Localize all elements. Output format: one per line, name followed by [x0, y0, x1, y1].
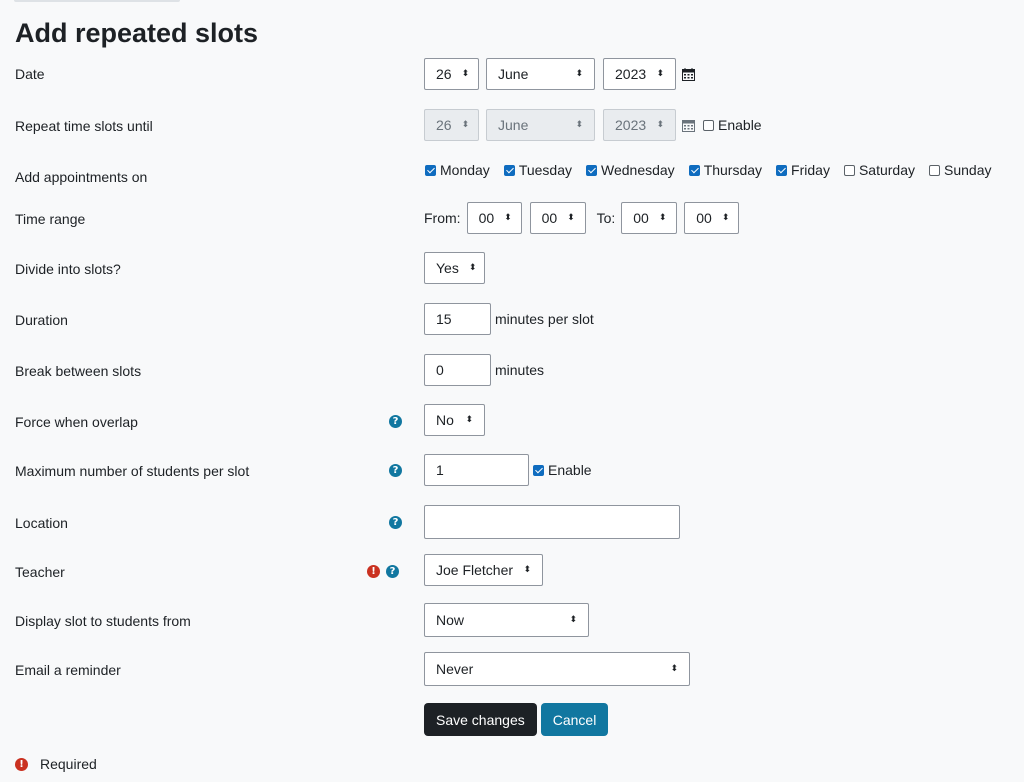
- weekday-checkbox-tuesday[interactable]: Tuesday: [503, 162, 572, 178]
- updown-icon: ⬍: [658, 213, 667, 223]
- checkbox-checked-icon: [503, 164, 515, 176]
- updown-icon: ⬍: [670, 664, 678, 674]
- checkbox-unchecked-icon: [843, 164, 855, 176]
- date-day-select[interactable]: 26 ⬍: [424, 58, 479, 90]
- checkbox-checked-icon: [776, 164, 788, 176]
- weekday-label: Saturday: [858, 162, 915, 178]
- date-month-select[interactable]: June ⬍: [486, 58, 595, 90]
- updown-icon: ⬍: [656, 120, 664, 130]
- checkbox-checked-icon: [425, 164, 436, 176]
- from-minute-select[interactable]: 00 ⬍: [529, 202, 586, 234]
- updown-icon: ⬍: [504, 213, 512, 223]
- repeat-enable-checkbox[interactable]: Enable: [703, 117, 762, 133]
- time-range-label: Time range: [15, 211, 86, 227]
- weekday-label: Wednesday: [601, 162, 675, 178]
- updown-icon: ⬍: [461, 120, 470, 130]
- weekday-label: Friday: [791, 162, 830, 178]
- updown-icon: ⬍: [468, 263, 477, 273]
- duration-input[interactable]: 15: [424, 303, 491, 335]
- max-students-input[interactable]: 1: [424, 454, 529, 486]
- updown-icon: ⬍: [721, 213, 730, 223]
- appointments-on-label: Add appointments on: [15, 169, 148, 185]
- checkbox-checked-icon: [533, 464, 544, 476]
- updown-icon: ⬍: [461, 69, 470, 79]
- weekday-checkbox-friday[interactable]: Friday: [776, 162, 830, 178]
- display-from-select[interactable]: Now ⬍: [424, 603, 589, 637]
- max-students-enable-checkbox[interactable]: Enable: [533, 462, 592, 478]
- weekday-label: Thursday: [703, 162, 763, 178]
- updown-icon: ⬍: [575, 120, 583, 130]
- repeat-day-select[interactable]: 26 ⬍: [424, 109, 479, 141]
- force-overlap-select[interactable]: No ⬍: [424, 404, 485, 436]
- teacher-label: Teacher: [15, 564, 65, 580]
- date-year-select[interactable]: 2023 ⬍: [603, 58, 676, 90]
- weekday-label: Tuesday: [518, 162, 572, 178]
- help-icon[interactable]: ?: [389, 464, 402, 477]
- weekday-checkbox-saturday[interactable]: Saturday: [843, 162, 915, 178]
- updown-icon: ⬍: [569, 615, 577, 625]
- weekday-checkbox-sunday[interactable]: Sunday: [929, 162, 991, 178]
- weekday-label: Sunday: [944, 162, 992, 178]
- from-label: From:: [424, 210, 461, 226]
- weekday-checkbox-thursday[interactable]: Thursday: [688, 162, 763, 178]
- break-label: Break between slots: [15, 363, 142, 379]
- email-reminder-label: Email a reminder: [15, 662, 121, 678]
- duration-label: Duration: [15, 312, 68, 328]
- break-suffix: minutes: [495, 362, 545, 378]
- to-label: To:: [596, 210, 616, 226]
- cancel-button[interactable]: Cancel: [540, 703, 609, 736]
- repeat-month-select[interactable]: June ⬍: [486, 109, 595, 141]
- updown-icon: ⬍: [523, 565, 531, 575]
- weekday-label: Monday: [440, 162, 490, 178]
- from-hour-select[interactable]: 00 ⬍: [466, 202, 522, 234]
- display-from-label: Display slot to students from: [15, 613, 191, 629]
- help-icon[interactable]: ?: [389, 415, 402, 428]
- updown-icon: ⬍: [465, 415, 473, 425]
- weekday-checkbox-monday[interactable]: Monday: [425, 162, 490, 178]
- checkbox-unchecked-icon: [929, 164, 940, 176]
- updown-icon: ⬍: [656, 69, 664, 79]
- required-text: Required: [40, 756, 97, 772]
- max-students-label: Maximum number of students per slot: [15, 463, 250, 479]
- divide-label: Divide into slots?: [15, 261, 121, 277]
- to-hour-select[interactable]: 00 ⬍: [621, 202, 678, 234]
- duration-suffix: minutes per slot: [495, 311, 594, 327]
- save-changes-button[interactable]: Save changes: [424, 703, 537, 736]
- updown-icon: ⬍: [575, 69, 583, 79]
- help-icon[interactable]: ?: [386, 565, 399, 578]
- email-reminder-select[interactable]: Never ⬍: [424, 652, 690, 686]
- calendar-icon[interactable]: [682, 119, 695, 132]
- required-icon: !: [367, 565, 380, 578]
- to-minute-select[interactable]: 00 ⬍: [684, 202, 740, 234]
- location-label: Location: [15, 515, 68, 531]
- checkbox-unchecked-icon: [703, 119, 714, 131]
- calendar-icon[interactable]: [682, 67, 695, 81]
- required-icon: !: [15, 757, 28, 771]
- page-title: Add repeated slots: [15, 18, 259, 48]
- date-label: Date: [15, 66, 45, 82]
- updown-icon: ⬍: [567, 213, 575, 223]
- repeat-year-select[interactable]: 2023 ⬍: [603, 109, 676, 141]
- checkbox-checked-icon: [586, 164, 597, 176]
- teacher-select[interactable]: Joe Fletcher ⬍: [424, 554, 543, 586]
- weekday-checkbox-wednesday[interactable]: Wednesday: [586, 162, 675, 178]
- divide-select[interactable]: Yes ⬍: [424, 252, 485, 284]
- location-input[interactable]: [424, 505, 680, 539]
- repeat-until-label: Repeat time slots until: [15, 118, 153, 134]
- checkbox-checked-icon: [688, 164, 700, 176]
- help-icon[interactable]: ?: [389, 516, 402, 529]
- break-input[interactable]: 0: [424, 354, 491, 386]
- force-overlap-label: Force when overlap: [15, 414, 138, 430]
- weekday-checkboxes: Monday Tuesday Wednesday Thursday Friday Satu…: [425, 162, 1005, 178]
- top-scroll-indicator: [14, 0, 180, 2]
